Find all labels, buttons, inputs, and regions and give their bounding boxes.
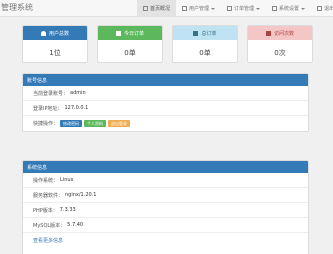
account-row-actions: 快捷操作： 修改密码 个人资料 退出登录 (23, 116, 308, 131)
gear-icon (272, 6, 278, 11)
row-value: nginx/1.20.1 (65, 192, 97, 198)
row-label: 操作系统： (33, 177, 59, 184)
panel-title: 系统信息 (23, 161, 308, 173)
change-password-button[interactable]: 修改密码 (60, 120, 83, 127)
stat-card-value: 0单 (199, 49, 211, 57)
nav-item-label: 退出 (324, 6, 333, 12)
stat-card-title: 总订单 (201, 30, 217, 37)
logout-icon (317, 6, 323, 11)
stat-card-title: 访问次数 (273, 30, 294, 37)
row-value: Linux (60, 177, 74, 183)
account-row-ip: 登录IP地址： 127.0.0.1 (23, 101, 308, 116)
system-row-mysql: MySQL版本： 5.7.40 (23, 218, 308, 233)
nav-item-users[interactable]: 用户管理 (176, 0, 221, 17)
stat-card-header: 用户总数 (23, 26, 87, 40)
row-label: MySQL版本： (33, 222, 66, 229)
stat-card-header: 今日订单 (98, 26, 162, 40)
logout-button[interactable]: 退出登录 (108, 120, 131, 127)
system-row-os: 操作系统： Linux (23, 173, 308, 188)
stat-card-title: 今日订单 (123, 30, 144, 37)
stat-card-header: 访问次数 (248, 26, 312, 40)
account-info-panel: 账号信息 当前登录账号： admin 登录IP地址： 127.0.0.1 快捷操… (22, 73, 309, 132)
user-icon (40, 30, 46, 36)
nav-item-home[interactable]: 首页概况 (137, 0, 177, 17)
grid-icon (265, 30, 271, 36)
nav-menu: 首页概况 用户管理 订单管理 系统设置 退出 (137, 0, 333, 17)
stat-card-value: 0次 (274, 49, 286, 57)
account-row-username: 当前登录账号： admin (23, 86, 308, 101)
caret-down-icon (301, 7, 306, 10)
nav-item-settings[interactable]: 系统设置 (266, 0, 311, 17)
system-info-panel: 系统信息 操作系统： Linux 服务器软件： nginx/1.20.1 PHP… (22, 160, 309, 254)
row-label: 快捷操作： (33, 121, 59, 127)
caret-down-icon (256, 7, 261, 10)
nav-item-label: 系统设置 (279, 6, 300, 12)
top-navbar: 管理系统 首页概况 用户管理 订单管理 系统设置 退出 (0, 0, 333, 17)
more-info-link[interactable]: 查看更多信息 (33, 237, 63, 244)
profile-button[interactable]: 个人资料 (84, 120, 107, 127)
cart-icon (193, 30, 199, 36)
system-row-more: 查看更多信息 (23, 233, 308, 248)
nav-item-orders[interactable]: 订单管理 (221, 0, 266, 17)
nav-item-logout[interactable]: 退出 (311, 0, 333, 17)
stat-card-today-orders: 今日订单 0单 (97, 25, 163, 63)
row-value: admin (70, 90, 86, 96)
list-icon (227, 6, 233, 11)
row-label: PHP版本： (33, 207, 58, 214)
stat-card-visits: 访问次数 0次 (247, 25, 313, 63)
row-label: 当前登录账号： (33, 90, 69, 97)
row-value: 5.7.40 (67, 222, 84, 228)
stat-card-value: 0单 (124, 49, 136, 57)
brand-title[interactable]: 管理系统 (1, 2, 33, 13)
user-icon (182, 6, 188, 11)
row-label: 登录IP地址： (33, 105, 63, 112)
stat-card-users: 用户总数 1位 (22, 25, 88, 63)
row-value: 7.3.33 (59, 207, 76, 213)
nav-item-label: 用户管理 (189, 6, 210, 12)
home-icon (143, 6, 148, 11)
nav-item-label: 订单管理 (234, 6, 255, 12)
flag-icon (115, 30, 121, 36)
stat-card-title: 用户总数 (48, 30, 69, 37)
stat-card-total-orders: 总订单 0单 (172, 25, 238, 63)
stat-card-value: 1位 (49, 49, 61, 57)
system-row-php: PHP版本： 7.3.33 (23, 203, 308, 218)
panel-title: 账号信息 (23, 74, 308, 86)
caret-down-icon (211, 7, 216, 10)
row-value: 127.0.0.1 (64, 105, 89, 111)
system-row-server: 服务器软件： nginx/1.20.1 (23, 188, 308, 203)
row-label: 服务器软件： (33, 192, 64, 199)
stat-card-header: 总订单 (173, 26, 237, 40)
nav-item-label: 首页概况 (150, 6, 171, 12)
